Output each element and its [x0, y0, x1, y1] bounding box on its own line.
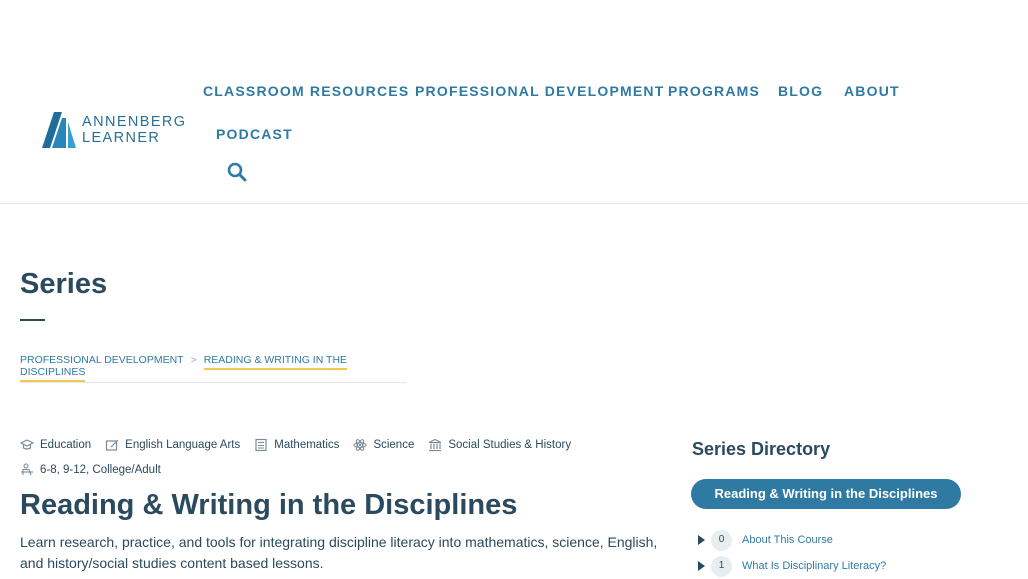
search-icon[interactable]	[227, 162, 247, 182]
series-directory-list: 0 About This Course 1 What Is Disciplina…	[695, 527, 1015, 579]
subject-mathematics[interactable]: Mathematics	[254, 438, 339, 452]
logo-mark-icon	[42, 112, 76, 148]
directory-item-number: 1	[711, 555, 732, 577]
nav-podcast[interactable]: PODCAST	[216, 126, 293, 142]
directory-item-label[interactable]: What Is Disciplinary Literacy?	[742, 560, 886, 572]
calculator-icon	[255, 438, 267, 452]
directory-item-label[interactable]: About This Course	[742, 534, 833, 546]
caret-right-icon[interactable]	[695, 534, 707, 546]
subject-science[interactable]: Science	[353, 438, 414, 452]
subject-tags: Education English Language Arts Mathemat…	[20, 438, 571, 452]
nav-professional-development[interactable]: PROFESSIONAL DEVELOPMENT	[415, 83, 664, 99]
logo-line-2: LEARNER	[82, 130, 161, 146]
building-columns-icon	[429, 438, 442, 452]
directory-item-number: 0	[711, 529, 732, 551]
series-directory-heading: Series Directory	[692, 439, 831, 459]
breadcrumb-separator: >	[190, 354, 197, 366]
directory-item-0[interactable]: 0 About This Course	[695, 527, 1015, 553]
student-desk-icon	[21, 463, 33, 476]
grade-levels-text: 6-8, 9-12, College/Adult	[40, 464, 161, 476]
nav-about[interactable]: ABOUT	[844, 83, 900, 99]
nav-programs[interactable]: PROGRAMS	[668, 83, 760, 99]
subject-education[interactable]: Education	[20, 438, 91, 452]
site-header: ANNENBERG LEARNER CLASSROOM RESOURCES PR…	[0, 0, 1028, 204]
breadcrumb: PROFESSIONAL DEVELOPMENT > READING & WRITI…	[20, 354, 407, 383]
series-directory-selected[interactable]: Reading & Writing in the Disciplines	[691, 479, 961, 509]
atom-icon	[353, 439, 367, 451]
nav-blog[interactable]: BLOG	[778, 83, 823, 99]
series-description: Learn research, practice, and tools for …	[20, 534, 658, 571]
logo-line-1: ANNENBERG	[82, 114, 187, 130]
breadcrumb-professional-development[interactable]: PROFESSIONAL DEVELOPMENT	[20, 354, 184, 366]
annenberg-learner-logo[interactable]: ANNENBERG LEARNER	[40, 111, 190, 149]
nav-classroom-resources[interactable]: CLASSROOM RESOURCES	[203, 83, 409, 99]
caret-right-icon[interactable]	[695, 560, 707, 572]
page-title: Series	[20, 268, 108, 300]
subject-english-language-arts[interactable]: English Language Arts	[105, 438, 240, 452]
graduation-cap-icon	[20, 439, 34, 450]
subject-social-studies-history[interactable]: Social Studies & History	[428, 438, 571, 452]
book-pen-icon	[106, 439, 119, 451]
title-underline	[20, 319, 45, 321]
directory-item-1[interactable]: 1 What Is Disciplinary Literacy?	[695, 553, 1015, 579]
series-title: Reading & Writing in the Disciplines	[20, 489, 518, 521]
grade-levels: 6-8, 9-12, College/Adult	[20, 463, 161, 477]
